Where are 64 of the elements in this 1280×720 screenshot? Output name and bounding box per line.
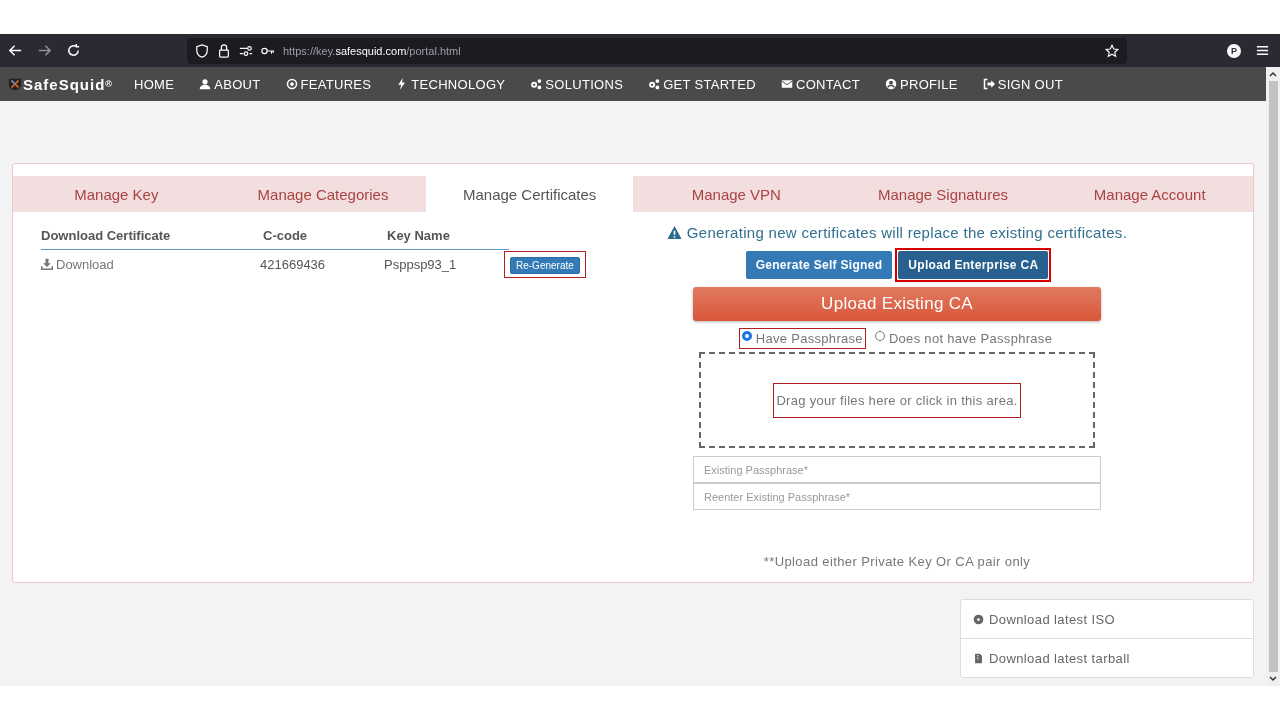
target-icon bbox=[285, 78, 298, 90]
tab[interactable]: Manage Certificates bbox=[426, 176, 633, 212]
nav-link[interactable]: TECHNOLOGY bbox=[396, 76, 506, 92]
scroll-down-icon[interactable] bbox=[1268, 674, 1278, 684]
download-link[interactable]: Download bbox=[41, 256, 260, 272]
passphrase-radio-option[interactable]: Does not have Passphrase bbox=[872, 329, 1055, 348]
envelope-icon bbox=[781, 78, 793, 90]
gears-icon bbox=[530, 78, 543, 90]
menu-icon[interactable] bbox=[1255, 43, 1270, 58]
upload-heading-bar[interactable]: Upload Existing CA bbox=[693, 287, 1101, 321]
download-link[interactable]: Download latest tarball bbox=[961, 638, 1253, 677]
scrollbar[interactable] bbox=[1266, 67, 1280, 686]
passphrase-radio-option[interactable]: Have Passphrase bbox=[739, 329, 865, 348]
nav-link[interactable]: SIGN OUT bbox=[982, 76, 1063, 92]
url-text[interactable]: https://key.safesquid.com/portal.html bbox=[283, 44, 461, 57]
mode-button[interactable]: Upload Enterprise CA bbox=[898, 251, 1049, 279]
sign-out-icon bbox=[982, 78, 995, 90]
mode-button[interactable]: Generate Self Signed bbox=[745, 251, 893, 279]
warning-icon bbox=[666, 224, 682, 240]
upload-note: **Upload either Private Key Or CA pair only bbox=[763, 554, 1031, 569]
table-cell-text: Psppsp93_1 bbox=[384, 256, 458, 272]
nav-link[interactable]: ABOUT bbox=[199, 76, 261, 92]
table-cell-text: 421669436 bbox=[260, 256, 327, 272]
tab[interactable]: Manage Key bbox=[13, 176, 220, 212]
shield-logo-icon bbox=[8, 77, 22, 91]
bookmark-star-icon[interactable] bbox=[1105, 43, 1119, 58]
reload-icon[interactable] bbox=[66, 43, 81, 58]
profile-avatar[interactable]: P bbox=[1227, 43, 1241, 58]
column-header: C-code bbox=[263, 228, 309, 245]
passphrase-field[interactable]: Reenter Existing Passphrase* bbox=[693, 483, 1101, 510]
nav-link[interactable]: PROFILE bbox=[884, 76, 958, 92]
nav-link[interactable]: SOLUTIONS bbox=[530, 76, 624, 92]
file-drop-zone[interactable]: Drag your files here or click in this area. bbox=[699, 352, 1095, 448]
permissions-icon[interactable] bbox=[239, 43, 253, 58]
back-icon[interactable] bbox=[8, 43, 23, 58]
radio-button[interactable] bbox=[741, 331, 752, 341]
user-circle-icon bbox=[884, 78, 897, 90]
scroll-up-icon[interactable] bbox=[1268, 69, 1278, 79]
download-icon bbox=[41, 258, 53, 270]
disc-icon bbox=[973, 613, 984, 625]
warning-message: Generating new certificates will replace the existing certificates. bbox=[686, 223, 1128, 241]
nav-link[interactable]: HOME bbox=[134, 76, 175, 92]
forward-icon[interactable] bbox=[37, 43, 52, 58]
tab[interactable]: Manage Account bbox=[1046, 176, 1254, 212]
tab[interactable]: Manage Signatures bbox=[839, 176, 1047, 212]
tab[interactable]: Manage Categories bbox=[219, 176, 427, 212]
drop-zone-text: Drag your files here or click in this area. bbox=[774, 383, 1020, 417]
nav-link[interactable]: CONTACT bbox=[781, 76, 860, 92]
download-link[interactable]: Download latest ISO bbox=[961, 600, 1253, 638]
brand-logo[interactable]: SafeSquid$^{®}$ bbox=[8, 75, 113, 93]
user-icon bbox=[199, 78, 212, 90]
column-header: Download Certificate bbox=[41, 228, 172, 245]
shield-icon[interactable] bbox=[195, 43, 209, 58]
radio-button[interactable] bbox=[874, 331, 885, 341]
nav-link[interactable]: GET STARTED bbox=[648, 76, 756, 92]
tab[interactable]: Manage VPN bbox=[633, 176, 840, 212]
nav-link[interactable]: FEATURES bbox=[285, 76, 372, 92]
passphrase-field[interactable]: Existing Passphrase* bbox=[693, 456, 1101, 483]
file-icon bbox=[973, 652, 984, 664]
lock-icon[interactable] bbox=[217, 43, 231, 58]
gears-icon bbox=[648, 78, 661, 90]
regenerate-button[interactable]: Re-Generate bbox=[510, 256, 580, 274]
column-header: Key Name bbox=[387, 228, 451, 245]
address-bar[interactable]: https://key.safesquid.com/portal.html bbox=[187, 37, 1127, 64]
